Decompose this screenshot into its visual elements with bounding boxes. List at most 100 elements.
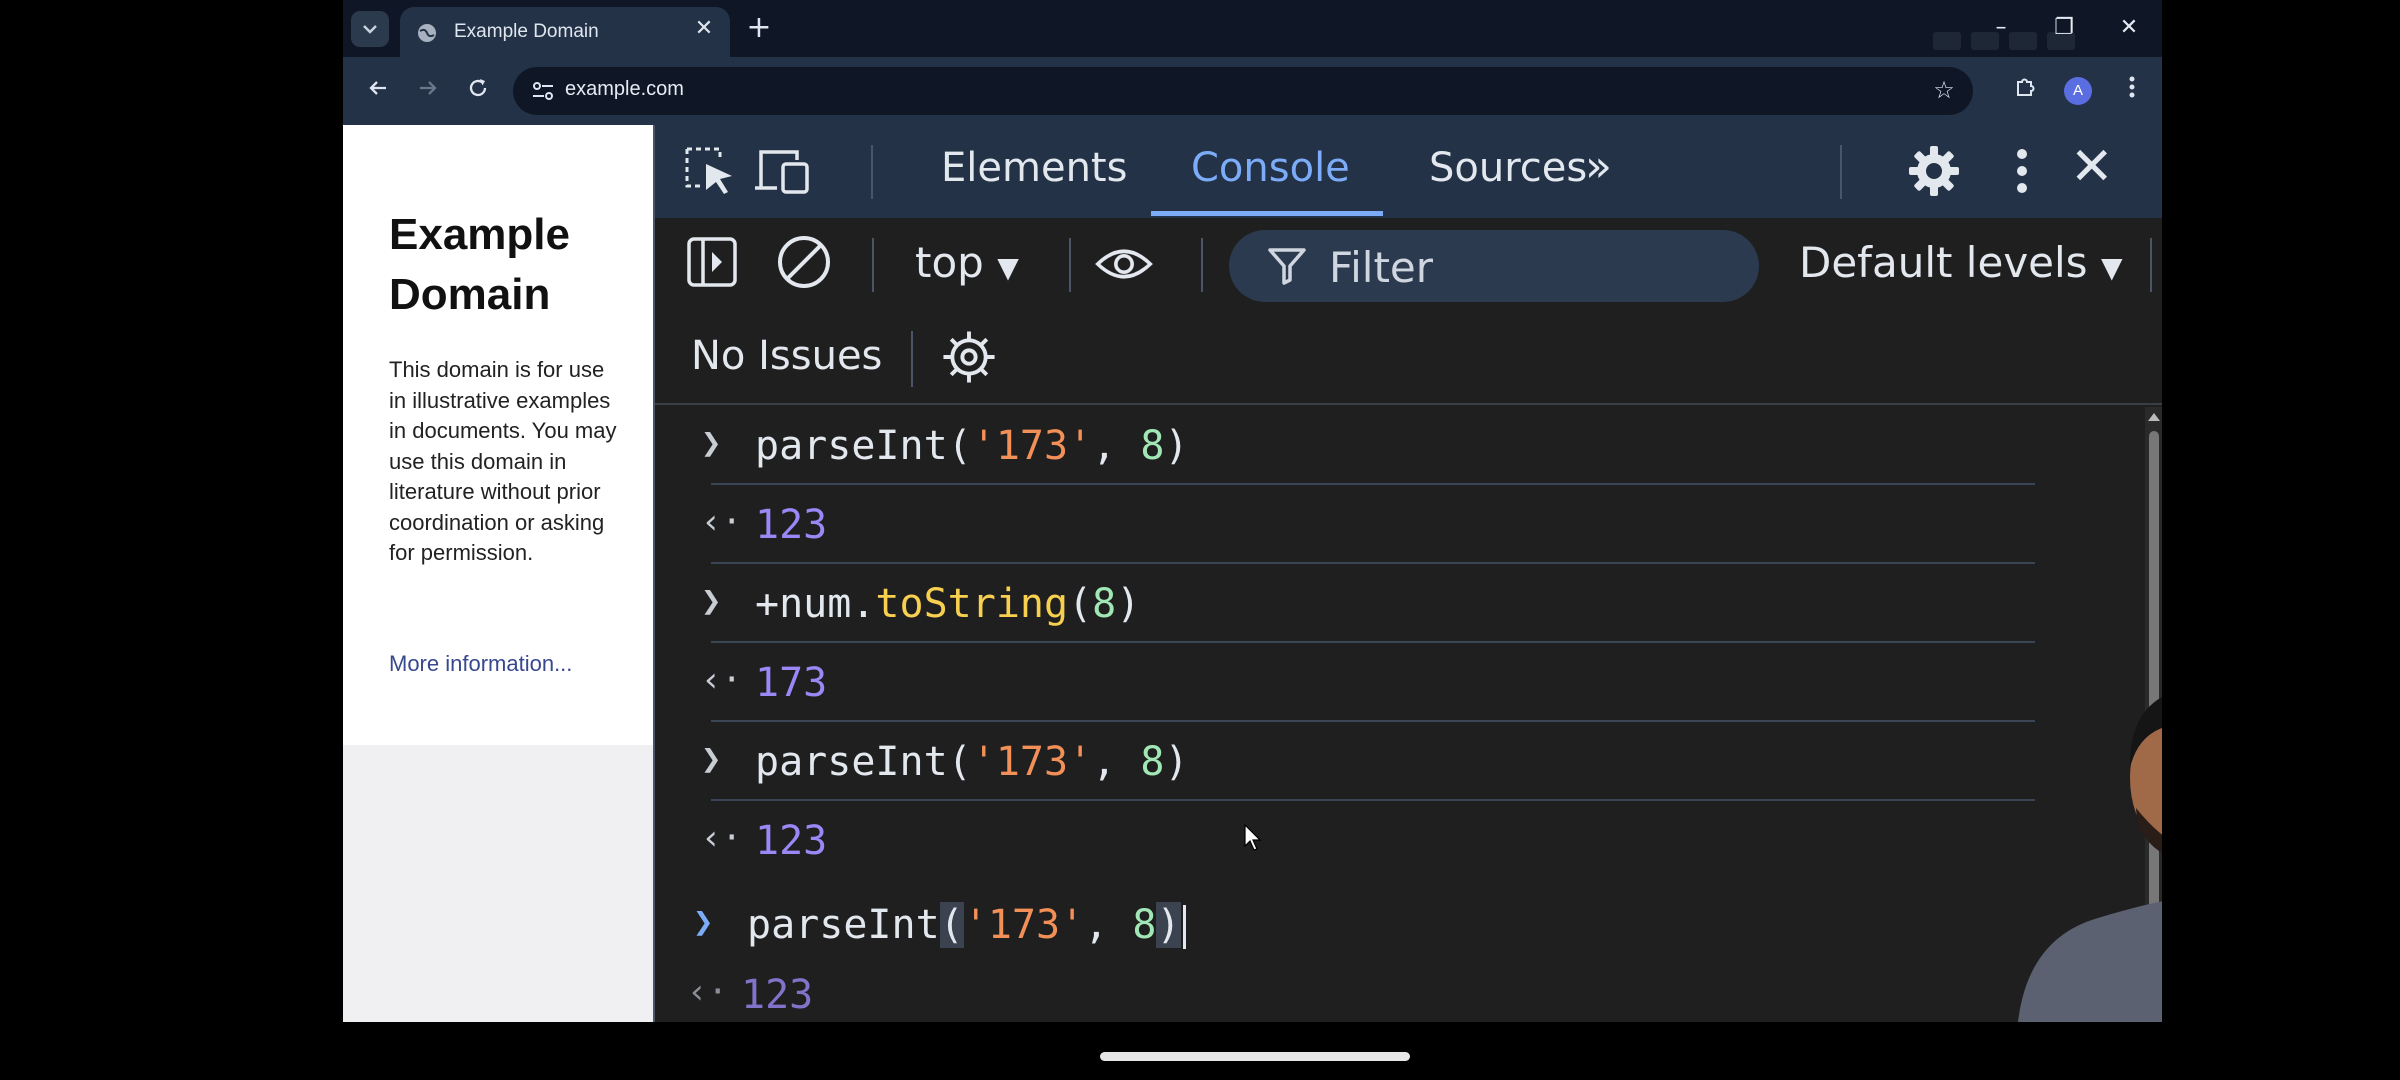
- back-button[interactable]: [359, 72, 397, 110]
- page-paragraph: This domain is for use in illustrative e…: [389, 357, 617, 565]
- return-arrow-icon: ‹·: [701, 818, 742, 858]
- bookmark-star-icon[interactable]: ☆: [1929, 75, 1959, 105]
- toolbar-divider: [1069, 238, 1071, 292]
- toolbar-divider: [1840, 145, 1842, 199]
- page-content: Example Domain This domain is for use in…: [343, 125, 653, 745]
- profile-avatar[interactable]: A: [2064, 77, 2092, 105]
- inspect-icon: [685, 147, 732, 194]
- return-arrow-icon: ‹·: [701, 502, 742, 542]
- return-arrow-icon: ‹·: [687, 972, 728, 1012]
- more-information-link[interactable]: More information...: [389, 651, 572, 677]
- site-settings-icon[interactable]: [531, 80, 555, 102]
- address-bar[interactable]: example.com ☆: [513, 67, 1973, 115]
- more-vertical-icon: [2129, 76, 2135, 98]
- chevron-right-icon: ❯: [701, 423, 722, 463]
- return-arrow-icon: ‹·: [701, 660, 742, 700]
- eager-evaluation-row: ‹· 123: [641, 956, 2021, 1022]
- log-levels-label: Default levels: [1799, 238, 2088, 287]
- console-input-row[interactable]: ❯ +num.toString(8): [655, 565, 2035, 643]
- devtools-panel: Elements Console Sources » ✕ top ▼ Filte…: [653, 125, 2162, 1022]
- console-input-row[interactable]: ❯ parseInt('173', 8): [655, 723, 2035, 801]
- context-selector[interactable]: top ▼: [915, 238, 1019, 287]
- eye-icon: [1095, 249, 1153, 279]
- devtools-settings-button[interactable]: [1905, 143, 1963, 199]
- console-result-row: ‹· 123: [655, 486, 2035, 564]
- tab-title: Example Domain: [454, 21, 599, 42]
- customize-devtools-button[interactable]: [1993, 143, 2051, 199]
- scroll-up-arrow-icon[interactable]: [2148, 413, 2160, 421]
- browser-tab[interactable]: Example Domain ✕: [400, 7, 730, 57]
- browser-toolbar: example.com ☆ A: [343, 57, 2162, 125]
- browser-window: Example Domain ✕ + – ❐ ✕ example.com ☆ A: [343, 0, 2162, 1022]
- mouse-cursor-icon: [1244, 824, 1262, 851]
- home-indicator: [1100, 1052, 1410, 1061]
- log-levels-dropdown[interactable]: Default levels ▼: [1799, 238, 2122, 287]
- minimize-button[interactable]: –: [1983, 12, 2019, 44]
- issues-status[interactable]: No Issues: [691, 333, 882, 379]
- toolbar-divider: [872, 238, 874, 292]
- tab-elements[interactable]: Elements: [941, 145, 1127, 191]
- chevron-down-icon: [363, 25, 377, 34]
- page-heading: Example Domain: [389, 210, 570, 319]
- caret-down-icon: ▼: [2100, 251, 2123, 284]
- issues-bar: No Issues: [655, 313, 2162, 405]
- tab-strip: Example Domain ✕ + – ❐ ✕: [343, 0, 2162, 57]
- console-result-row: ‹· 123: [655, 802, 2035, 880]
- chevron-right-icon: ❯: [701, 581, 722, 621]
- restore-button[interactable]: ❐: [2046, 12, 2082, 44]
- reload-icon: [469, 79, 487, 97]
- tab-sources[interactable]: Sources: [1429, 145, 1587, 191]
- console-result-text: 173: [755, 660, 828, 706]
- filter-icon: [1268, 248, 1306, 285]
- clear-console-button[interactable]: [775, 234, 833, 290]
- reload-button[interactable]: [459, 72, 497, 110]
- more-vertical-icon: [2017, 149, 2027, 193]
- arrow-right-icon: [420, 81, 437, 95]
- caret-down-icon: ▼: [997, 251, 1019, 284]
- console-input-row[interactable]: ❯ parseInt('173', 8): [655, 407, 2035, 485]
- active-tab-indicator: [1151, 211, 1383, 216]
- filter-input[interactable]: Filter: [1229, 230, 1759, 302]
- gear-icon: [1909, 146, 1959, 196]
- sidebar-icon: [687, 237, 737, 287]
- tab-console[interactable]: Console: [1191, 145, 1350, 191]
- device-toolbar-button[interactable]: [753, 143, 811, 199]
- globe-icon: [418, 24, 436, 42]
- console-toolbar: top ▼ Filter Default levels ▼: [655, 218, 2162, 313]
- new-tab-button[interactable]: +: [741, 10, 777, 46]
- close-tab-icon[interactable]: ✕: [692, 17, 716, 41]
- chrome-menu-button[interactable]: [2113, 72, 2151, 110]
- console-prompt[interactable]: ❯ parseInt('173', 8): [647, 886, 2027, 964]
- forward-button[interactable]: [409, 72, 447, 110]
- more-tabs-icon[interactable]: »: [1585, 141, 1612, 192]
- inspect-element-button[interactable]: [681, 143, 739, 199]
- extensions-button[interactable]: [2006, 72, 2044, 110]
- chevron-right-icon: ❯: [701, 739, 722, 779]
- close-devtools-icon[interactable]: ✕: [2070, 137, 2114, 197]
- eager-result-text: 123: [741, 972, 814, 1018]
- show-sidebar-button[interactable]: [683, 234, 741, 290]
- device-icon: [755, 150, 809, 194]
- live-expression-button[interactable]: [1095, 236, 1153, 292]
- block-icon: [778, 236, 830, 288]
- web-page: Example Domain This domain is for use in…: [343, 125, 653, 1022]
- console-input-text: parseInt('173', 8): [755, 423, 1189, 469]
- devtools-tab-bar: Elements Console Sources » ✕: [655, 125, 2162, 218]
- filter-placeholder: Filter: [1329, 243, 1434, 292]
- presenter-webcam-overlay: [2018, 697, 2162, 1022]
- chevron-right-icon: ❯: [693, 902, 714, 942]
- console-current-input[interactable]: parseInt('173', 8): [747, 902, 1186, 949]
- toolbar-divider: [871, 145, 873, 199]
- toolbar-divider: [1201, 238, 1203, 292]
- close-window-button[interactable]: ✕: [2111, 12, 2147, 44]
- console-input-text: +num.toString(8): [755, 581, 1141, 627]
- console-result-text: 123: [755, 502, 828, 548]
- text-cursor: [1182, 905, 1186, 949]
- tab-search-button[interactable]: [351, 11, 389, 47]
- arrow-left-icon: [369, 81, 386, 95]
- toolbar-divider: [911, 331, 913, 387]
- context-label: top: [915, 238, 984, 287]
- console-result-text: 123: [755, 818, 828, 864]
- console-settings-gear-icon[interactable]: [939, 327, 999, 387]
- console-input-text: parseInt('173', 8): [755, 739, 1189, 785]
